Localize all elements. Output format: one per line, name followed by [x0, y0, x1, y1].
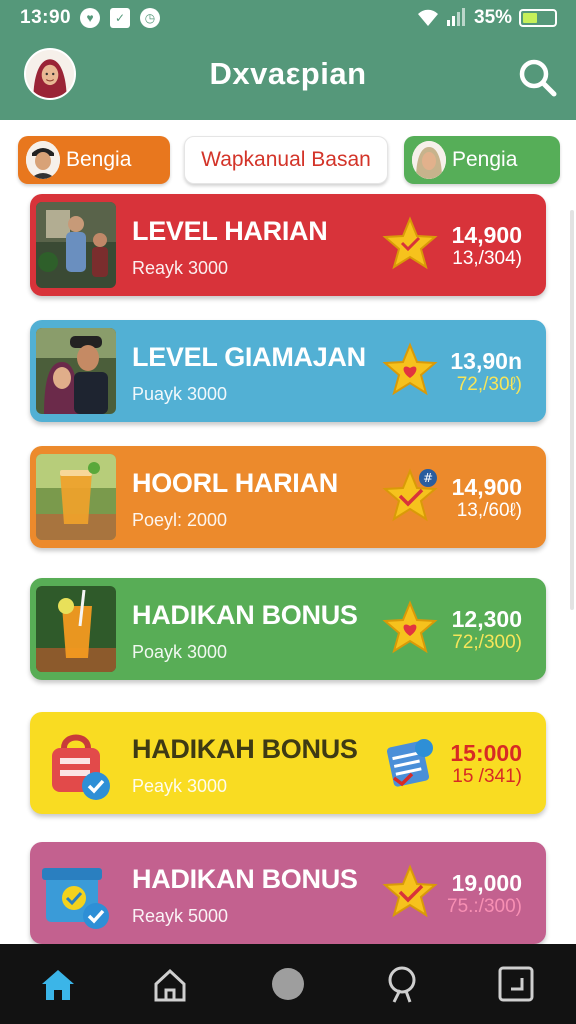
card-ratio: 15 /341): [452, 766, 522, 787]
card-value: 12,300: [451, 606, 522, 632]
star-heart-icon: [382, 342, 438, 396]
card-value: 13,90n: [450, 348, 522, 374]
card-subtitle: Reayk 5000: [132, 906, 229, 926]
status-time: 13:90: [20, 7, 72, 28]
boy-avatar: [26, 141, 60, 179]
reward-card[interactable]: LEVEL HARIAN Reayk 3000 14,900 13,/304): [30, 194, 546, 296]
box-check-icon: [36, 850, 116, 936]
lemon-drink-photo: [36, 586, 116, 672]
tab-wapkanual-basan[interactable]: Wapkanual Basan: [184, 136, 388, 184]
card-value: 14,900: [451, 474, 522, 500]
card-subtitle: Reayk 3000: [132, 258, 229, 278]
home-filled-icon[interactable]: [38, 964, 78, 1004]
reward-card[interactable]: HADIKAN BONUS Poayk 3000 12,300 72;/300): [30, 578, 546, 680]
couple-photo: [36, 328, 116, 414]
card-title: LEVEL HARIAN: [132, 216, 328, 246]
card-value: 15:000: [450, 740, 522, 766]
card-subtitle: Poeyl: 2000: [132, 510, 228, 530]
tab-pengia[interactable]: Pengia: [404, 136, 560, 184]
search-icon[interactable]: [516, 56, 558, 98]
search-icon[interactable]: [384, 964, 424, 1004]
card-title: HADIKAN BONUS: [132, 864, 358, 894]
tab-bengia[interactable]: Bengia: [18, 136, 170, 184]
svg-text:#: #: [423, 471, 433, 485]
card-title: HOORL HARIAN: [132, 468, 338, 498]
scrollbar[interactable]: [570, 210, 574, 610]
calendar-check-icon: [386, 739, 433, 787]
square-icon[interactable]: [496, 964, 536, 1004]
card-subtitle: Poayk 3000: [132, 642, 228, 662]
tab-label: Pengia: [452, 148, 518, 171]
card-ratio: 75.:/300): [447, 896, 522, 917]
battery-percent: 35%: [474, 7, 513, 28]
card-subtitle: Peayk 3000: [132, 776, 228, 796]
reward-card[interactable]: HADIKAN BONUS Reayk 5000 19,000 75.:/300…: [30, 842, 546, 944]
circle-icon[interactable]: [268, 964, 308, 1004]
page-title: Dxvaεpian: [209, 56, 367, 91]
calendar-icon: ✓: [110, 8, 130, 28]
card-title: HADIKAH BONUS: [132, 734, 358, 764]
tab-label: Wapkanual Basan: [201, 148, 371, 171]
wifi-icon: [418, 9, 438, 26]
app-header: 13:90 ♥ ✓ ◷ 35% Dxvaεpian: [0, 0, 576, 120]
status-bar: 13:90 ♥ ✓ ◷ 35%: [0, 0, 576, 36]
family-photo: [36, 202, 116, 288]
bottom-nav: [0, 944, 576, 1024]
girl-avatar: [412, 141, 446, 179]
star-check-icon: [382, 864, 438, 918]
reward-card[interactable]: HOORL HARIAN Poeyl: 2000 # 14,900 13,/60…: [30, 446, 546, 548]
card-ratio: 13,/60ℓ): [456, 500, 522, 521]
star-check-icon: #: [382, 468, 438, 522]
card-value: 14,900: [451, 222, 522, 248]
card-ratio: 72,/30ℓ): [456, 374, 522, 395]
heart-icon: ♥: [80, 8, 100, 28]
card-ratio: 13,/304): [452, 248, 522, 269]
iced-tea-photo: [36, 454, 116, 540]
reward-card[interactable]: HADIKAH BONUS Peayk 3000 15:000 15 /341): [30, 712, 546, 814]
home-outline-icon[interactable]: [150, 964, 190, 1004]
card-value: 19,000: [451, 870, 522, 896]
lock-check-icon: [36, 720, 116, 806]
tab-label: Bengia: [66, 148, 132, 171]
card-title: HADIKAN BONUS: [132, 600, 358, 630]
alarm-icon: ◷: [140, 8, 160, 28]
battery-icon: [519, 9, 557, 27]
star-icon: [382, 216, 438, 270]
star-heart-icon: [382, 600, 438, 654]
signal-icon: [447, 8, 465, 26]
reward-card[interactable]: LEVEL GIAMAJAN Puayk 3000 13,90n 72,/30ℓ…: [30, 320, 546, 422]
card-subtitle: Puayk 3000: [132, 384, 228, 404]
card-title: LEVEL GIAMAJAN: [132, 342, 366, 372]
card-ratio: 72;/300): [452, 632, 522, 653]
